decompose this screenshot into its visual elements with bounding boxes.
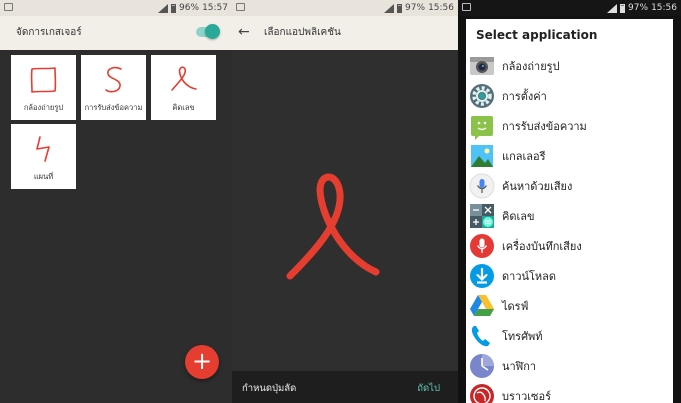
app-item-camera[interactable]: กล้องถ่ายรูป (466, 51, 673, 81)
battery-percent: 96% (179, 3, 200, 13)
add-gesture-button[interactable]: + (185, 345, 219, 379)
gesture-tile-camera[interactable]: กล้องถ่ายรูป (11, 55, 76, 120)
app-bar: ← เลือกแอปพลิเคชัน (232, 16, 458, 50)
app-item-clock[interactable]: นาฬิกา (466, 351, 673, 381)
square-gesture-icon (30, 67, 57, 93)
phone-icon (471, 326, 490, 347)
gesture-manager-screen: 96% 15:57 จัดการเกสเจอร์ กล้องถ่ายรูป กา… (0, 0, 232, 403)
app-name: ไดรฟ์ (502, 300, 529, 313)
app-name: กล้องถ่ายรูป (502, 60, 560, 73)
sound-recorder-icon (470, 234, 494, 258)
app-item-sound-recorder[interactable]: เครื่องบันทึกเสียง (466, 231, 673, 261)
app-item-downloads[interactable]: ดาวน์โหลด (466, 261, 673, 291)
app-item-gallery[interactable]: แกลเลอรี (466, 141, 673, 171)
tile-label: แผนที่ (33, 172, 54, 181)
battery-icon (171, 3, 177, 13)
signal-icon (384, 3, 395, 13)
select-app-screen: 97% 15:56 ← เลือกแอปพลิเคชัน กำหนดปุ่มลั… (232, 0, 458, 403)
app-name: การรับส่งข้อความ (502, 120, 587, 133)
s-gesture-icon (105, 66, 122, 93)
tile-label: กล้องถ่ายรูป (23, 103, 64, 112)
app-item-settings[interactable]: การตั้งค่า (466, 81, 673, 111)
status-bar: 97% 15:56 (458, 0, 681, 16)
snackbar-message: กำหนดปุ่มลัด (242, 383, 297, 394)
gallery-icon (471, 145, 493, 167)
app-list: กล้องถ่ายรูป การตั้งค่า การรับส่งข้อความ… (466, 51, 673, 403)
page-title: จัดการเกสเจอร์ (16, 27, 82, 38)
battery-icon (620, 3, 626, 13)
app-item-browser[interactable]: บราวเซอร์ (466, 381, 673, 403)
app-item-messaging[interactable]: การรับส่งข้อความ (466, 111, 673, 141)
app-name: คิดเลข (502, 210, 535, 223)
tile-label: คิดเลข (172, 103, 195, 112)
app-item-voice-search[interactable]: ค้นหาด้วยเสียง (466, 171, 673, 201)
image-notification-icon (462, 3, 471, 11)
gesture-enable-toggle[interactable] (196, 24, 220, 39)
battery-icon (397, 3, 403, 13)
gesture-tile-maps[interactable]: แผนที่ (11, 124, 76, 189)
snackbar: กำหนดปุ่มลัด ถัดไป (232, 371, 458, 403)
drawn-gesture-canvas[interactable] (284, 172, 384, 282)
app-name: นาฬิกา (502, 360, 537, 373)
app-name: โทรศัพท์ (502, 330, 543, 343)
app-name: การตั้งค่า (502, 90, 547, 103)
signal-icon (158, 3, 169, 13)
status-bar: 97% 15:56 (232, 0, 458, 16)
camera-icon (470, 57, 494, 75)
calculator-icon (470, 204, 494, 228)
page-title: เลือกแอปพลิเคชัน (264, 27, 341, 38)
app-name: บราวเซอร์ (502, 390, 551, 403)
gesture-tile-calculator[interactable]: คิดเลข (151, 55, 216, 120)
download-icon (470, 264, 494, 288)
status-bar: 96% 15:57 (0, 0, 232, 16)
battery-percent: 97% (628, 3, 649, 13)
settings-gear-icon (470, 84, 494, 108)
signal-icon (607, 3, 618, 13)
messaging-icon (471, 116, 493, 140)
status-time: 15:56 (651, 3, 677, 13)
battery-percent: 97% (405, 3, 426, 13)
app-item-drive[interactable]: ไดรฟ์ (466, 291, 673, 321)
zigzag-gesture-icon (36, 136, 50, 162)
app-item-phone[interactable]: โทรศัพท์ (466, 321, 673, 351)
image-notification-icon (4, 3, 13, 11)
screenshot-stage: 96% 15:57 จัดการเกสเจอร์ กล้องถ่ายรูป กา… (0, 0, 681, 403)
status-time: 15:57 (202, 3, 228, 13)
back-arrow-icon[interactable]: ← (238, 24, 250, 40)
app-name: ค้นหาด้วยเสียง (502, 180, 573, 193)
clock-icon (470, 354, 494, 378)
next-button[interactable]: ถัดไป (417, 381, 440, 396)
tile-label: การรับส่งข้อความ (84, 103, 143, 112)
drive-icon (470, 295, 494, 316)
select-application-screen: 97% 15:56 Select application กล้องถ่ายรู… (458, 0, 681, 403)
voice-search-icon (469, 173, 495, 199)
app-name: เครื่องบันทึกเสียง (502, 240, 582, 253)
app-name: แกลเลอรี (502, 150, 546, 163)
loop-gesture-icon (171, 66, 197, 91)
app-item-calculator[interactable]: คิดเลข (466, 201, 673, 231)
select-application-dialog: Select application กล้องถ่ายรูป การตั้งค… (466, 19, 673, 403)
gesture-tile-messaging[interactable]: การรับส่งข้อความ (81, 55, 146, 120)
dialog-title: Select application (476, 28, 598, 42)
app-bar: จัดการเกสเจอร์ (0, 16, 232, 50)
app-name: ดาวน์โหลด (502, 270, 557, 283)
image-notification-icon (236, 3, 245, 11)
status-time: 15:56 (428, 3, 454, 13)
browser-icon (470, 384, 494, 403)
